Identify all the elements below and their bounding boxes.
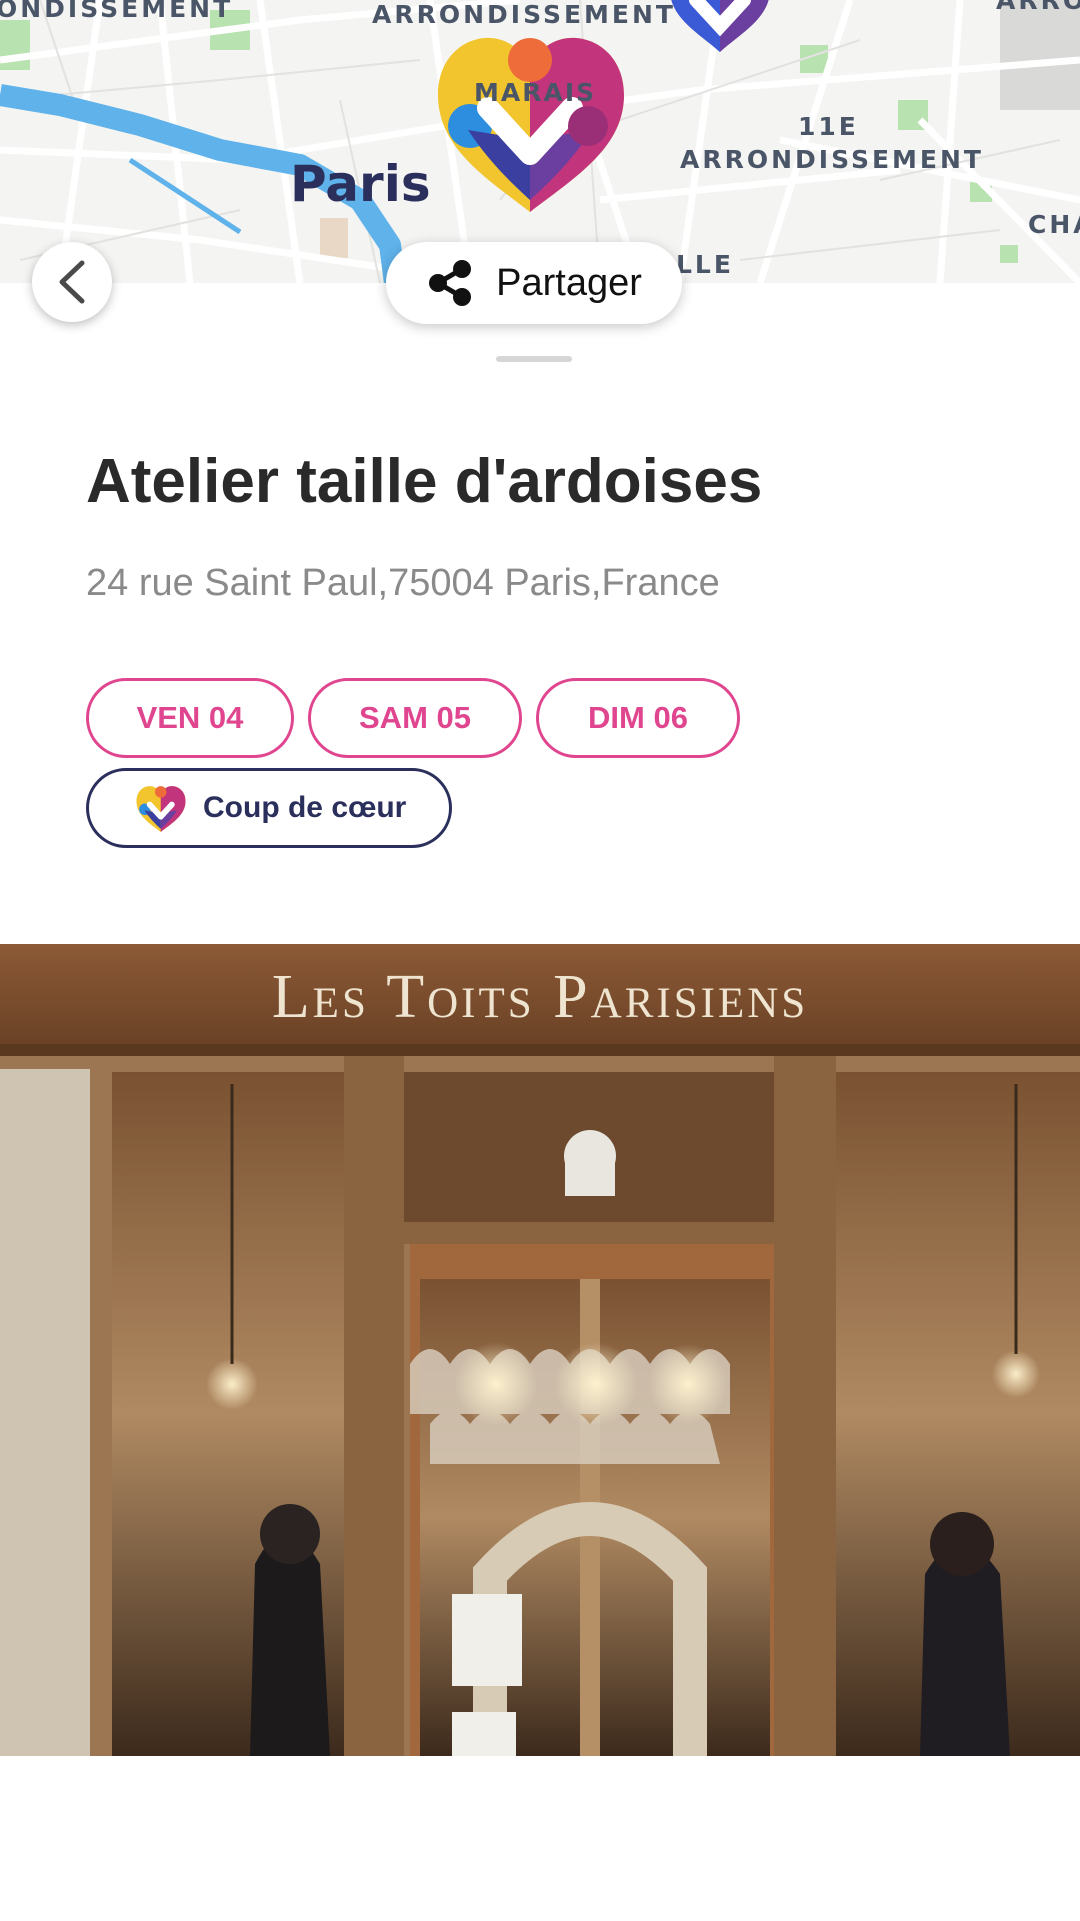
coup-de-coeur-badge[interactable]: Coup de cœur <box>86 768 452 848</box>
map-label-ville: LLE <box>676 250 734 279</box>
shopfront-image <box>0 944 1080 1756</box>
place-photo[interactable]: Les Toits Parisiens <box>0 944 1080 1756</box>
map-label-arr-left: ONDISSEMENT <box>0 0 234 23</box>
map-label-arr-right: ARRO <box>996 0 1080 15</box>
sheet-drag-handle[interactable] <box>496 356 572 362</box>
share-label: Partager <box>496 261 642 304</box>
date-chip-ven[interactable]: VEN 04 <box>86 678 294 758</box>
map-label-marais: MARAIS <box>474 78 597 107</box>
back-button[interactable] <box>32 242 112 322</box>
shop-sign-text: Les Toits Parisiens <box>271 963 809 1031</box>
coup-de-coeur-label: Coup de cœur <box>203 791 407 824</box>
map-label-cha: CHA <box>1028 210 1080 239</box>
place-title: Atelier taille d'ardoises <box>86 447 763 516</box>
place-address: 24 rue Saint Paul,75004 Paris,France <box>86 562 720 604</box>
map-view[interactable]: ONDISSEMENT ARRONDISSEMENT ARRO MARAIS 1… <box>0 0 1080 283</box>
date-chip-dim[interactable]: DIM 06 <box>536 678 740 758</box>
map-label-arr-top: ARRONDISSEMENT <box>372 0 676 29</box>
share-icon <box>429 260 472 306</box>
map-label-city: Paris <box>290 155 431 213</box>
map-label-11e: 11E <box>798 112 859 141</box>
map-label-11e-arr: ARRONDISSEMENT <box>680 145 984 174</box>
date-chips: VEN 04 SAM 05 DIM 06 <box>86 678 740 758</box>
share-button[interactable]: Partager <box>386 242 682 324</box>
chevron-left-icon <box>59 260 85 304</box>
heart-logo-icon <box>136 786 186 832</box>
map-background <box>0 0 1080 283</box>
date-chip-sam[interactable]: SAM 05 <box>308 678 522 758</box>
